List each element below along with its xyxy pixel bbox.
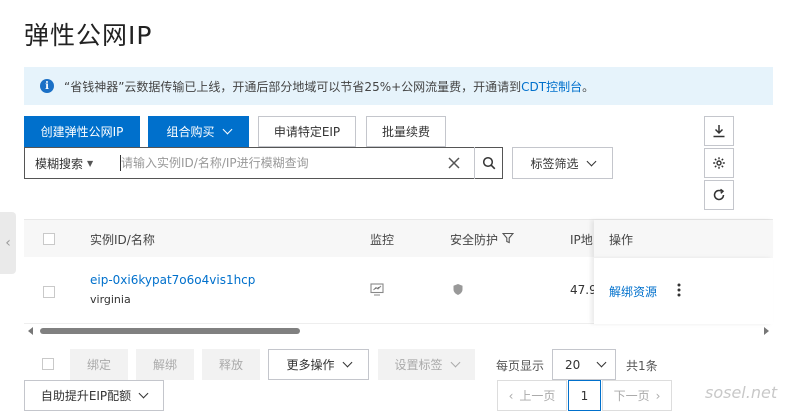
column-header-monitor: 监控 xyxy=(370,233,395,247)
gear-icon xyxy=(713,157,725,169)
info-icon: i xyxy=(40,79,54,93)
create-eip-button[interactable]: 创建弹性公网IP xyxy=(24,116,140,147)
monitor-icon[interactable] xyxy=(370,283,384,296)
create-eip-label: 创建弹性公网IP xyxy=(40,125,124,139)
table-row: eip-0xi6kypat7o6o4vis1hcp virginia 47.9 … xyxy=(24,258,773,324)
unbind-label: 解绑 xyxy=(152,358,177,372)
ip-address-partial: 47.9 xyxy=(570,283,597,297)
more-actions-button[interactable]: 更多操作 xyxy=(268,349,369,380)
download-icon xyxy=(713,125,725,138)
search-scope-dropdown[interactable]: 模糊搜索 ▼ xyxy=(25,148,111,178)
batch-renew-button[interactable]: 批量续费 xyxy=(366,116,446,147)
actions-header-cell: 操作 xyxy=(594,220,773,258)
actions-cell: 解绑资源 xyxy=(594,258,773,324)
page-number-current[interactable]: 1 xyxy=(568,380,601,411)
download-button[interactable] xyxy=(704,116,734,146)
chevron-down-icon xyxy=(450,357,460,368)
search-icon xyxy=(482,156,496,170)
page-title: 弹性公网IP xyxy=(24,21,153,50)
search-button[interactable] xyxy=(474,147,503,179)
column-header-ip: IP地 xyxy=(570,233,593,247)
row-checkbox[interactable] xyxy=(43,286,55,298)
horizontal-scrollbar[interactable] xyxy=(24,325,773,337)
release-label: 释放 xyxy=(218,358,243,372)
search-input[interactable] xyxy=(121,152,441,174)
column-header-actions: 操作 xyxy=(609,233,634,247)
cdt-console-link[interactable]: CDT控制台 xyxy=(521,78,582,95)
filter-icon[interactable] xyxy=(502,232,514,244)
set-tags-label: 设置标签 xyxy=(394,358,443,372)
prev-page-label: 上一页 xyxy=(519,389,556,403)
scroll-thumb[interactable] xyxy=(40,328,300,334)
next-page-button[interactable]: 下一页 › xyxy=(602,380,672,411)
batch-renew-label: 批量续费 xyxy=(381,125,430,139)
instance-id-link[interactable]: eip-0xi6kypat7o6o4vis1hcp xyxy=(90,273,255,287)
settings-button[interactable] xyxy=(704,148,734,178)
unbind-button[interactable]: 解绑 xyxy=(136,349,194,380)
set-tags-button[interactable]: 设置标签 xyxy=(378,349,475,380)
notice-suffix: 。 xyxy=(582,79,595,94)
prev-page-button[interactable]: ‹ 上一页 xyxy=(497,380,567,411)
sidebar-toggle[interactable]: ‹ xyxy=(0,212,16,274)
shield-icon[interactable] xyxy=(452,283,464,296)
scroll-left-icon[interactable] xyxy=(28,327,33,335)
chevron-left-icon: ‹ xyxy=(5,235,11,251)
release-button[interactable]: 释放 xyxy=(202,349,260,380)
chevron-down-icon xyxy=(586,156,596,166)
bottom-select-all-checkbox[interactable] xyxy=(42,358,54,370)
scroll-right-icon[interactable] xyxy=(764,327,769,335)
chevron-right-icon: › xyxy=(655,388,661,403)
column-header-security: 安全防护 xyxy=(450,233,499,247)
chevron-left-icon: ‹ xyxy=(508,388,514,403)
more-actions-label: 更多操作 xyxy=(286,358,335,372)
combo-purchase-label: 组合购买 xyxy=(166,125,215,139)
next-page-label: 下一页 xyxy=(613,389,650,403)
page-size-select[interactable]: 20 xyxy=(552,349,616,380)
notice-banner: i “省钱神器”云数据传输已上线，开通后部分地域可以节省25%+公网流量费，开通… xyxy=(24,67,773,105)
watermark: sosel.net xyxy=(705,383,778,402)
total-count: 共1条 xyxy=(626,359,658,373)
quota-upgrade-label: 自助提升EIP配额 xyxy=(40,389,132,403)
quota-upgrade-button[interactable]: 自助提升EIP配额 xyxy=(24,380,164,411)
table-header: 实例ID/名称 监控 安全防护 IP地 操作 xyxy=(24,219,773,258)
chevron-down-icon xyxy=(342,357,352,368)
chevron-down-icon xyxy=(596,357,607,368)
notice-text: “省钱神器”云数据传输已上线，开通后部分地域可以节省25%+公网流量费，开通请到 xyxy=(64,79,522,94)
unbind-resource-link[interactable]: 解绑资源 xyxy=(609,283,657,300)
clear-icon[interactable] xyxy=(445,154,463,172)
bind-label: 绑定 xyxy=(86,358,111,372)
instance-name: virginia xyxy=(90,293,131,306)
refresh-icon xyxy=(713,188,725,201)
page-size-value: 20 xyxy=(565,357,581,372)
more-vertical-icon[interactable] xyxy=(676,283,682,297)
select-all-checkbox[interactable] xyxy=(43,233,55,245)
page-number-label: 1 xyxy=(580,388,589,403)
tag-filter-label: 标签筛选 xyxy=(530,156,579,171)
combo-purchase-button[interactable]: 组合购买 xyxy=(148,116,249,147)
per-page-label: 每页显示 xyxy=(496,359,545,373)
chevron-down-icon xyxy=(222,124,232,135)
bind-button[interactable]: 绑定 xyxy=(70,349,128,380)
chevron-down-icon xyxy=(138,388,149,399)
search-bar: 模糊搜索 ▼ xyxy=(24,147,503,179)
apply-eip-label: 申请特定EIP xyxy=(273,125,341,139)
column-header-id: 实例ID/名称 xyxy=(90,233,155,247)
caret-down-icon: ▼ xyxy=(87,158,94,168)
refresh-button[interactable] xyxy=(704,180,734,210)
tag-filter-button[interactable]: 标签筛选 xyxy=(512,147,613,179)
search-scope-label: 模糊搜索 xyxy=(35,156,84,171)
apply-eip-button[interactable]: 申请特定EIP xyxy=(258,116,356,147)
